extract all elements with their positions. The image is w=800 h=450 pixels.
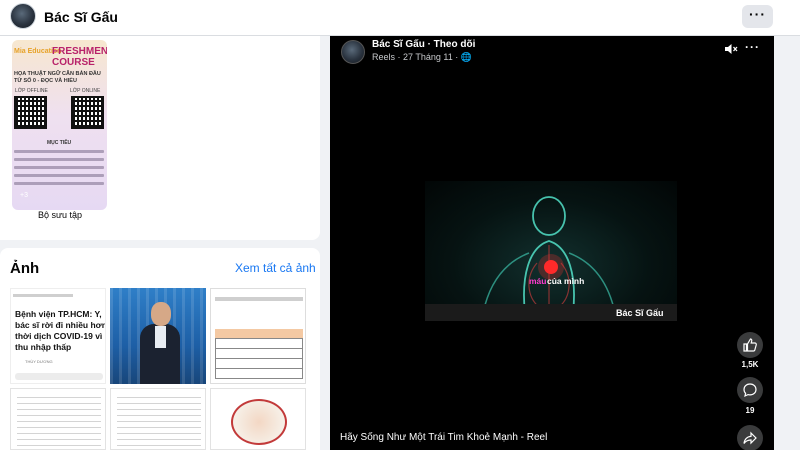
thumb-text-line [14, 182, 104, 185]
document-lines [17, 395, 101, 449]
thumb-title-line-2: COURSE [52, 57, 95, 68]
page-header: Bác Sĩ Gấu ··· [0, 0, 800, 36]
speaker-head [151, 302, 171, 326]
comment-button[interactable] [737, 377, 763, 403]
photo-tile[interactable]: Bệnh viện TP.HCM: Y, bác sĩ rời đi nhiều… [10, 288, 106, 384]
collection-card: Mia Education FRESHMEN COURSE HỌA THUẬT … [0, 36, 320, 240]
reel-meta: Reels · 27 Tháng 11 · 🌐 [372, 52, 472, 62]
document-table-header [215, 329, 303, 338]
thumb-text-line [14, 174, 104, 177]
reel-player[interactable]: Bác Sĩ Gấu · Theo dõi Reels · 27 Tháng 1… [330, 36, 774, 450]
thumb-title-line-1: FRESHMEN [52, 46, 107, 57]
speaker-muted-icon[interactable] [724, 42, 738, 56]
reel-title[interactable]: Hãy Sống Như Một Trái Tim Khoẻ Mạnh - Re… [340, 432, 547, 443]
photo-tile[interactable] [110, 288, 206, 384]
article-headline: Bệnh viện TP.HCM: Y, bác sĩ rời đi nhiều… [15, 309, 106, 352]
photo-tile[interactable] [10, 388, 106, 450]
thumb-subtitle: HỌA THUẬT NGỮ CĂN BẢN ĐẦU TỪ SỐ 0 - ĐỌC … [14, 71, 101, 84]
collection-count-badge: +3 [20, 192, 28, 199]
photo-tile[interactable] [110, 388, 206, 450]
page-title[interactable]: Bác Sĩ Gấu [44, 9, 118, 25]
photos-heading: Ảnh [10, 260, 40, 277]
thumb-offline-label: LỚP OFFLINE [15, 88, 48, 94]
thumbs-up-icon [743, 338, 757, 352]
like-count: 1,5K [741, 360, 759, 369]
document-lines [117, 395, 201, 449]
audio-player-bar [15, 373, 103, 380]
qr-code-icon [71, 96, 104, 129]
share-button[interactable] [737, 425, 763, 450]
collection-thumbnail[interactable]: Mia Education FRESHMEN COURSE HỌA THUẬT … [12, 40, 107, 210]
reel-more-button[interactable]: ··· [745, 40, 760, 54]
thumb-goal-heading: MỤC TIÊU [47, 140, 72, 146]
article-author: THÙY DƯƠNG [25, 359, 53, 364]
anatomy-illustration: máu của mình [482, 196, 616, 314]
video-watermark: Bác Sĩ Gấu [616, 308, 664, 318]
thumb-online-label: LỚP ONLINE [70, 88, 101, 94]
photo-tile[interactable] [210, 288, 306, 384]
share-arrow-icon [743, 431, 757, 445]
reel-author[interactable]: Bác Sĩ Gấu · Theo dõi [372, 39, 475, 50]
comment-count: 19 [745, 406, 755, 415]
photo-tile[interactable] [210, 388, 306, 450]
page-avatar[interactable] [10, 3, 36, 29]
comment-bubble-icon [743, 383, 757, 398]
speaker-shirt [155, 326, 166, 348]
thumb-text-line [14, 150, 104, 153]
reel-author-avatar[interactable] [341, 40, 365, 64]
thumb-title: FRESHMEN COURSE [52, 46, 107, 68]
photos-card: Ảnh Xem tất cả ảnh Bệnh viện TP.HCM: Y, … [0, 248, 320, 450]
thumb-text-line [14, 166, 104, 169]
video-caption-a: máu [529, 276, 546, 286]
like-button[interactable] [737, 332, 763, 358]
video-frame: máu của mình [425, 181, 677, 321]
thumb-text-line [14, 158, 104, 161]
more-options-button[interactable]: ··· [742, 5, 773, 28]
left-column: Mia Education FRESHMEN COURSE HỌA THUẬT … [0, 36, 330, 450]
qr-code-icon [14, 96, 47, 129]
map-image [231, 399, 287, 445]
video-caption-b: của mình [547, 276, 584, 286]
document-header-line [215, 297, 303, 301]
collection-label[interactable]: Bộ sưu tập [38, 210, 82, 220]
see-all-photos-link[interactable]: Xem tất cả ảnh [235, 261, 316, 275]
article-header-line [13, 294, 73, 297]
